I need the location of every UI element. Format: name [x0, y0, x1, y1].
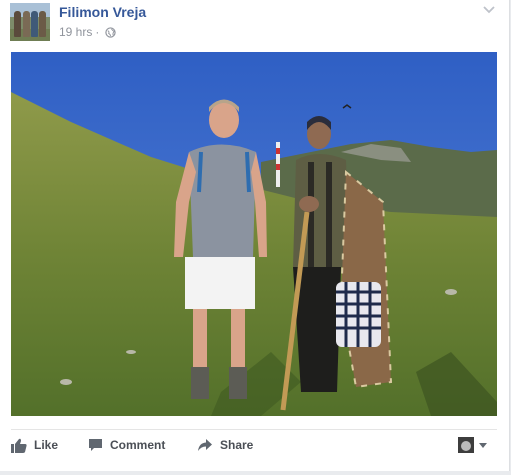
author-name[interactable]: Filimon Vreja [59, 4, 146, 20]
like-label: Like [34, 438, 59, 452]
thumbs-up-icon [11, 438, 27, 453]
comment-icon [89, 439, 102, 451]
feed-gap [0, 471, 511, 475]
share-button[interactable]: Share [197, 431, 253, 459]
chevron-down-icon[interactable] [482, 2, 496, 16]
share-as-selector[interactable] [458, 437, 487, 453]
post-timestamp[interactable]: 19 hrs [59, 25, 92, 39]
share-arrow-icon [198, 439, 212, 451]
like-button[interactable]: Like [11, 431, 58, 459]
page-avatar-thumb [458, 437, 474, 453]
action-divider [11, 429, 497, 430]
share-label: Share [220, 438, 254, 452]
meta-separator: · [95, 25, 100, 39]
post-card: Filimon Vreja 19 hrs · Like Comment Shar… [0, 0, 510, 472]
post-photo[interactable] [11, 52, 497, 416]
author-avatar[interactable] [10, 3, 50, 41]
post-meta: 19 hrs · [59, 25, 117, 39]
caret-down-icon [479, 442, 487, 448]
comment-label: Comment [110, 438, 166, 452]
comment-button[interactable]: Comment [88, 431, 165, 459]
globe-icon[interactable] [105, 27, 117, 38]
